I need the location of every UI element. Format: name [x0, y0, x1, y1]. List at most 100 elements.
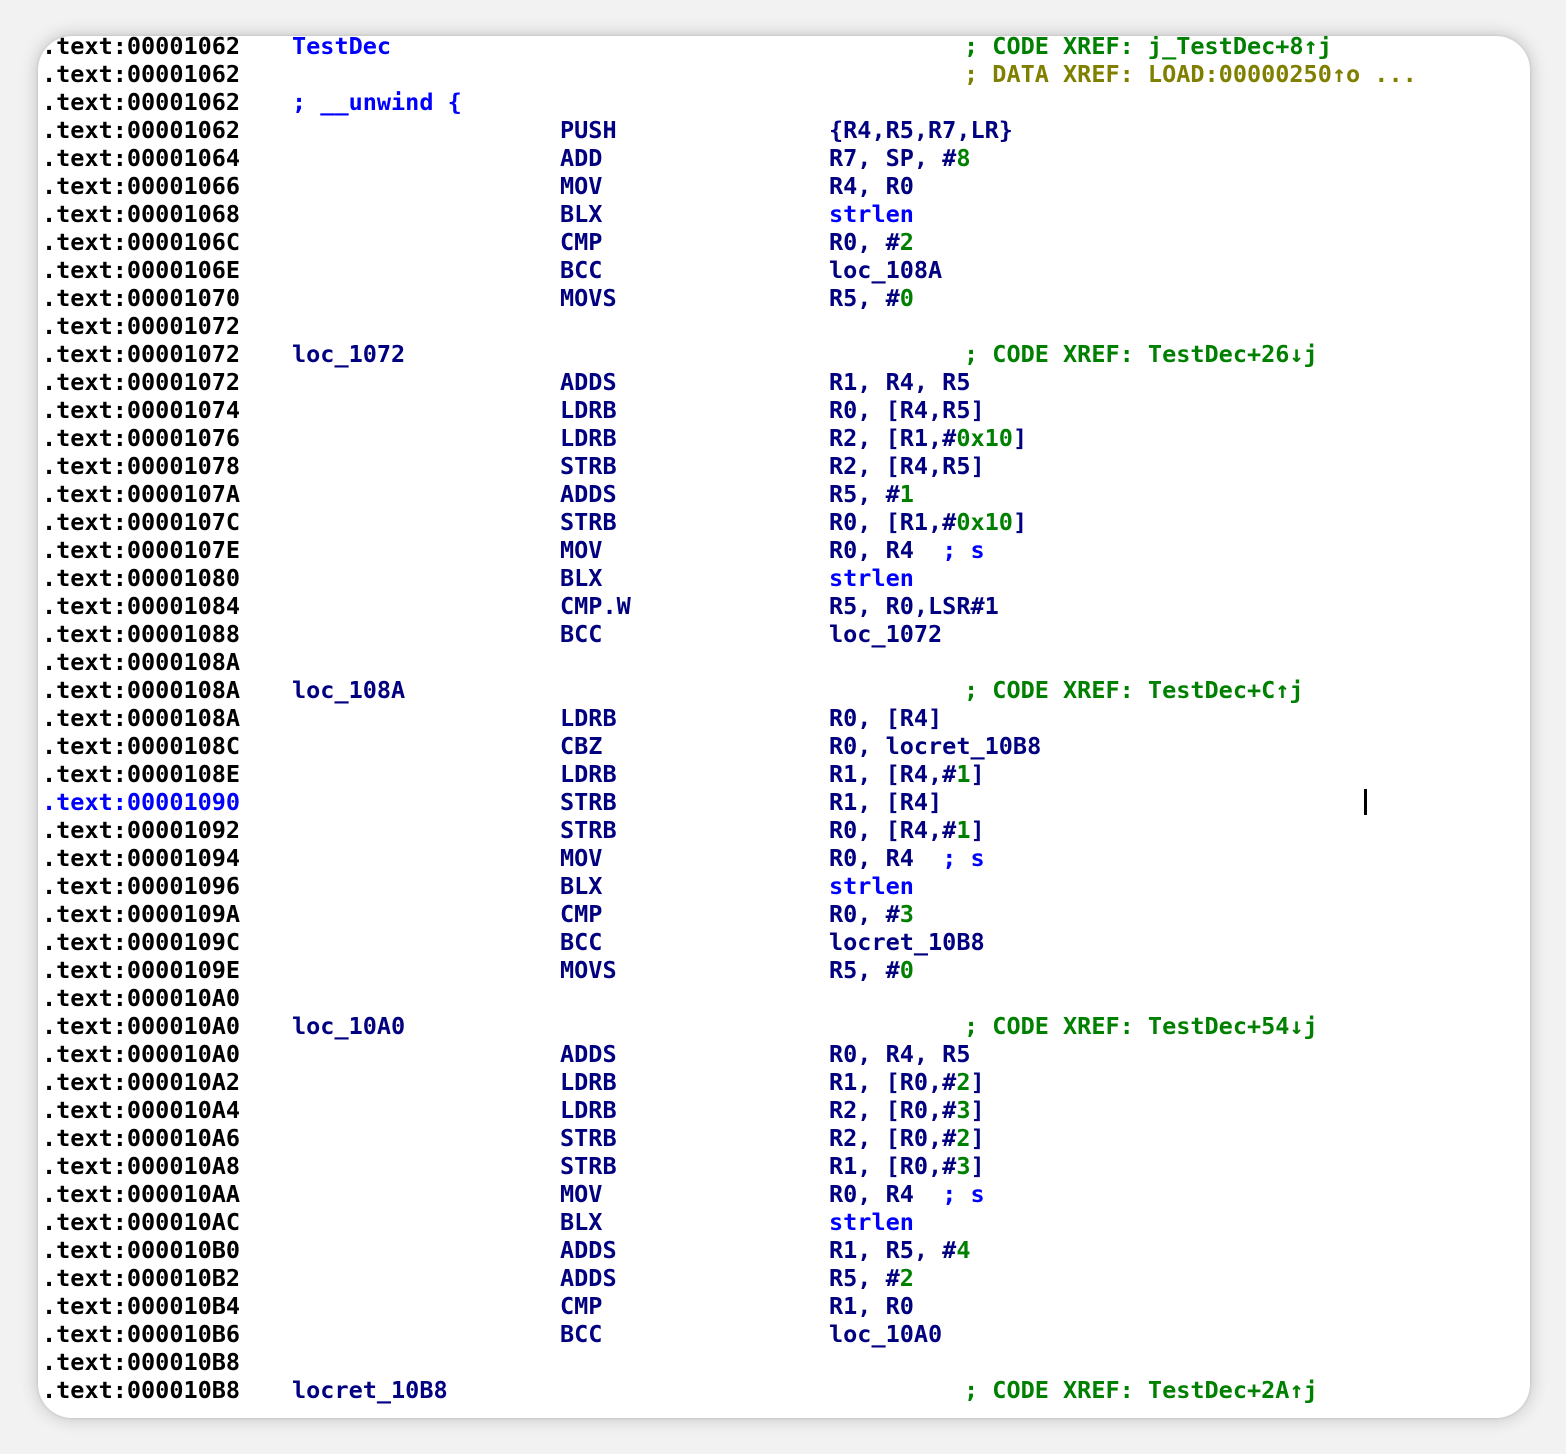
instruction-operands[interactable]: R1, [R4,#1]: [829, 760, 985, 788]
operand-text[interactable]: R5, R0,LSR#1: [829, 592, 999, 620]
disassembly-listing[interactable]: .text:00001062 TestDec ; CODE XREF: j_Test…: [42, 36, 1530, 1404]
instruction-operands[interactable]: R0, R4 ; s: [829, 536, 985, 564]
instruction-mnemonic[interactable]: BCC: [560, 928, 602, 956]
operand-text[interactable]: ]: [971, 1152, 985, 1180]
line-address[interactable]: .text:0000109A: [42, 900, 240, 928]
line-address[interactable]: .text:0000106E: [42, 256, 240, 284]
instruction-operands[interactable]: R0, [R4,#1]: [829, 816, 985, 844]
instruction-mnemonic[interactable]: MOV: [560, 536, 602, 564]
operand-text[interactable]: R1, [R0,#: [829, 1068, 956, 1096]
instruction-operands[interactable]: R0, [R1,#0x10]: [829, 508, 1027, 536]
listing-line[interactable]: .text:000010B0 ADDS R1, R5, #4: [42, 1236, 1530, 1264]
instruction-mnemonic[interactable]: CBZ: [560, 732, 602, 760]
instruction-mnemonic[interactable]: CMP: [560, 228, 602, 256]
immediate-value[interactable]: 2: [900, 228, 914, 256]
operand-text[interactable]: R0, #: [829, 900, 900, 928]
instruction-operands[interactable]: R4, R0: [829, 172, 914, 200]
listing-line[interactable]: .text:00001084 CMP.W R5, R0,LSR#1: [42, 592, 1530, 620]
listing-line[interactable]: .text:00001094 MOV R0, R4 ; s: [42, 844, 1530, 872]
listing-line[interactable]: .text:000010A2 LDRB R1, [R0,#2]: [42, 1068, 1530, 1096]
listing-line[interactable]: .text:000010A4 LDRB R2, [R0,#3]: [42, 1096, 1530, 1124]
line-address[interactable]: .text:00001072: [42, 312, 240, 340]
listing-line[interactable]: .text:000010B8 locret_10B8 ; CODE XREF: Te…: [42, 1376, 1530, 1404]
instruction-mnemonic[interactable]: ADD: [560, 144, 602, 172]
line-address[interactable]: .text:000010B4: [42, 1292, 240, 1320]
instruction-operands[interactable]: R1, R5, #4: [829, 1236, 971, 1264]
immediate-value[interactable]: 2: [956, 1068, 970, 1096]
instruction-operands[interactable]: R2, [R0,#3]: [829, 1096, 985, 1124]
instruction-operands[interactable]: R2, [R0,#2]: [829, 1124, 985, 1152]
line-address[interactable]: .text:000010B6: [42, 1320, 240, 1348]
operand-text[interactable]: R5, #: [829, 284, 900, 312]
listing-line[interactable]: .text:0000106E BCC loc_108A: [42, 256, 1530, 284]
line-address[interactable]: .text:00001084: [42, 592, 240, 620]
listing-line[interactable]: .text:0000109E MOVS R5, #0: [42, 956, 1530, 984]
instruction-operands[interactable]: locret_10B8: [829, 928, 985, 956]
line-address[interactable]: .text:00001072: [42, 368, 240, 396]
listing-line[interactable]: .text:00001066 MOV R4, R0: [42, 172, 1530, 200]
instruction-mnemonic[interactable]: PUSH: [560, 116, 617, 144]
line-address[interactable]: .text:000010A4: [42, 1096, 240, 1124]
instruction-mnemonic[interactable]: ADDS: [560, 1264, 617, 1292]
listing-line[interactable]: .text:000010B8: [42, 1348, 1530, 1376]
instruction-mnemonic[interactable]: CMP: [560, 1292, 602, 1320]
immediate-value[interactable]: 1: [956, 760, 970, 788]
instruction-mnemonic[interactable]: LDRB: [560, 1068, 617, 1096]
listing-line[interactable]: .text:00001064 ADD R7, SP, #8: [42, 144, 1530, 172]
listing-line[interactable]: .text:00001072 loc_1072 ; CODE XREF: TestD…: [42, 340, 1530, 368]
operand-text[interactable]: R1, [R0,#: [829, 1152, 956, 1180]
operand-text[interactable]: R1, R0: [829, 1292, 914, 1320]
instruction-operands[interactable]: loc_10A0: [829, 1320, 942, 1348]
instruction-operands[interactable]: loc_1072: [829, 620, 942, 648]
instruction-mnemonic[interactable]: STRB: [560, 1124, 617, 1152]
instruction-mnemonic[interactable]: MOVS: [560, 284, 617, 312]
listing-line[interactable]: .text:0000108A LDRB R0, [R4]: [42, 704, 1530, 732]
operand-text[interactable]: R1, [R4,#: [829, 760, 956, 788]
instruction-mnemonic[interactable]: ADDS: [560, 1040, 617, 1068]
operand-text[interactable]: ]: [1013, 424, 1027, 452]
instruction-mnemonic[interactable]: LDRB: [560, 704, 617, 732]
instruction-mnemonic[interactable]: MOVS: [560, 956, 617, 984]
operand-text[interactable]: locret_10B8: [829, 928, 985, 956]
instruction-operands[interactable]: R5, #0: [829, 956, 914, 984]
instruction-operands[interactable]: R1, [R0,#3]: [829, 1152, 985, 1180]
operand-text[interactable]: R0, R4: [829, 844, 942, 872]
operand-text[interactable]: R0, [R4,R5]: [829, 396, 985, 424]
instruction-mnemonic[interactable]: CMP: [560, 900, 602, 928]
line-address[interactable]: .text:0000107E: [42, 536, 240, 564]
disassembly-window[interactable]: .text:00001062 TestDec ; CODE XREF: j_Test…: [38, 36, 1530, 1418]
immediate-value[interactable]: 4: [956, 1236, 970, 1264]
instruction-mnemonic[interactable]: BCC: [560, 1320, 602, 1348]
operand-text[interactable]: R0, [R4,#: [829, 816, 956, 844]
instruction-mnemonic[interactable]: STRB: [560, 508, 617, 536]
listing-line[interactable]: .text:000010AC BLX strlen: [42, 1208, 1530, 1236]
instruction-operands[interactable]: R0, R4, R5: [829, 1040, 970, 1068]
instruction-mnemonic[interactable]: CMP.W: [560, 592, 631, 620]
line-address[interactable]: .text:0000107A: [42, 480, 240, 508]
instruction-mnemonic[interactable]: BCC: [560, 256, 602, 284]
line-address[interactable]: .text:00001068: [42, 200, 240, 228]
line-address[interactable]: .text:00001078: [42, 452, 240, 480]
operand-text[interactable]: ]: [971, 1096, 985, 1124]
immediate-value[interactable]: 8: [956, 144, 970, 172]
listing-line[interactable]: .text:0000107E MOV R0, R4 ; s: [42, 536, 1530, 564]
instruction-mnemonic[interactable]: LDRB: [560, 424, 617, 452]
listing-line[interactable]: .text:0000107A ADDS R5, #1: [42, 480, 1530, 508]
instruction-operands[interactable]: R1, [R0,#2]: [829, 1068, 985, 1096]
listing-line[interactable]: .text:00001062 ; DATA XREF: LOAD:00000250…: [42, 60, 1530, 88]
listing-line[interactable]: .text:00001062 TestDec ; CODE XREF: j_Test…: [42, 36, 1530, 60]
code-xref-comment[interactable]: ; CODE XREF: j_TestDec+8↑j: [964, 36, 1332, 60]
operand-text[interactable]: loc_108A: [829, 256, 942, 284]
instruction-mnemonic[interactable]: BLX: [560, 200, 602, 228]
operand-text[interactable]: R2, [R1,#: [829, 424, 956, 452]
listing-line[interactable]: .text:00001072: [42, 312, 1530, 340]
external-symbol[interactable]: strlen: [829, 1208, 914, 1236]
code-label[interactable]: locret_10B8: [292, 1376, 448, 1404]
operand-text[interactable]: R2, [R0,#: [829, 1124, 956, 1152]
instruction-operands[interactable]: R5, #0: [829, 284, 914, 312]
code-xref-comment[interactable]: ; CODE XREF: TestDec+26↓j: [964, 340, 1318, 368]
line-address[interactable]: .text:0000108A: [42, 704, 240, 732]
line-address[interactable]: .text:000010AC: [42, 1208, 240, 1236]
external-symbol[interactable]: strlen: [829, 872, 914, 900]
line-address[interactable]: .text:0000108C: [42, 732, 240, 760]
